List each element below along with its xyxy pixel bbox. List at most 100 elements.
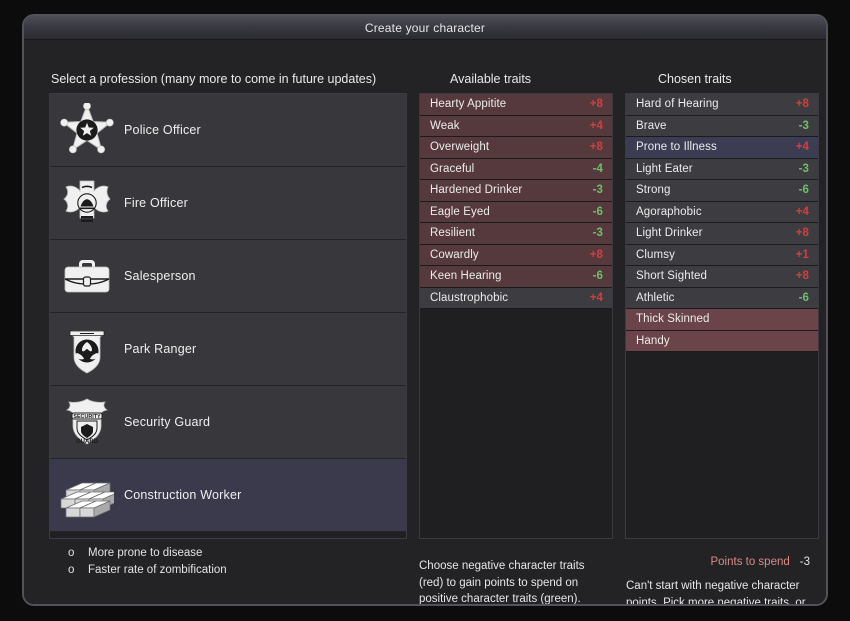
trait-row[interactable]: Handy [626,330,818,352]
profession-list: Police Officer Fire Officer Salesperson … [49,93,407,539]
trait-name: Agoraphobic [636,205,702,218]
window-title: Create your character [364,20,486,35]
fire-department-cross-icon [50,167,124,240]
trait-row[interactable]: Thick Skinned [626,309,818,331]
window-titlebar: Create your character [24,16,826,40]
trait-name: Resilient [430,227,476,240]
trait-row[interactable]: Hardened Drinker -3 [420,180,612,202]
trait-cost: -3 [798,162,809,175]
profession-note-text: Faster rate of zombification [88,564,227,576]
trait-cost: +8 [589,248,603,261]
trait-name: Clumsy [636,248,675,261]
trait-cost: +4 [795,205,809,218]
brick-wall-icon [50,459,124,532]
profession-label: Fire Officer [124,196,188,210]
trait-row[interactable]: Resilient -3 [420,223,612,245]
screen: Create your character Select a professio… [0,0,850,621]
trait-cost: +8 [589,98,603,111]
trait-name: Athletic [636,291,675,304]
profession-row[interactable]: Park Ranger [50,313,406,386]
profession-row[interactable]: SECURITY GUARD Security Guard [50,386,406,459]
trait-name: Thick Skinned [636,313,710,326]
trait-row[interactable]: Hearty Appitite +8 [420,94,612,116]
bullet-marker-icon: o [68,547,75,559]
points-to-spend-value: -3 [799,556,810,568]
trait-name: Graceful [430,162,475,175]
character-creation-window: Create your character Select a professio… [22,14,828,606]
trait-row[interactable]: Hard of Hearing +8 [626,94,818,116]
trait-cost: -6 [798,291,809,304]
trait-name: Cowardly [430,248,479,261]
trait-row[interactable]: Keen Hearing -6 [420,266,612,288]
sheriff-star-badge-icon [50,94,124,167]
trait-name: Light Drinker [636,227,703,240]
trait-cost: -4 [592,162,603,175]
chosen-traits-list[interactable]: Hard of Hearing +8 Brave -3 Prone to Illness… [625,93,819,539]
trait-cost: +4 [795,141,809,154]
trait-row[interactable]: Clumsy +1 [626,244,818,266]
trait-cost: -6 [592,205,603,218]
trait-name: Prone to Illness [636,141,717,154]
profession-notes: o More prone to disease o Faster rate of zo… [68,545,398,579]
trait-cost: +1 [795,248,809,261]
trait-name: Keen Hearing [430,270,502,283]
profession-label: Construction Worker [124,488,242,502]
trait-row[interactable]: Eagle Eyed -6 [420,201,612,223]
trait-cost: -6 [798,184,809,197]
trait-cost: -6 [592,270,603,283]
trait-row[interactable]: Prone to Illness +4 [626,137,818,159]
trait-row[interactable]: Short Sighted +8 [626,266,818,288]
profession-row[interactable]: Police Officer [50,94,406,167]
profession-row[interactable]: Fire Officer [50,167,406,240]
profession-label: Salesperson [124,269,196,283]
window-body: Select a profession (many more to come i… [24,40,826,606]
trait-name: Short Sighted [636,270,707,283]
chosen-traits-description: Can't start with negative character poin… [626,580,806,606]
trait-row[interactable]: Light Drinker +8 [626,223,818,245]
trait-name: Light Eater [636,162,693,175]
trait-name: Brave [636,119,667,132]
profession-row[interactable]: Salesperson [50,240,406,313]
trait-cost: +8 [795,98,809,111]
points-to-spend: Points to spend -3 [625,552,819,572]
trait-name: Overweight [430,141,490,154]
trait-name: Weak [430,119,460,132]
trait-name: Hearty Appitite [430,98,507,111]
trait-row[interactable]: Claustrophobic +4 [420,287,612,309]
trait-cost: +8 [795,270,809,283]
available-traits-description: Choose negative character traits (red) t… [419,560,585,605]
trait-row[interactable]: Weak +4 [420,115,612,137]
trait-name: Strong [636,184,671,197]
trait-name: Claustrophobic [430,291,509,304]
trait-cost: +4 [589,119,603,132]
park-ranger-badge-icon [50,313,124,386]
trait-row[interactable]: Light Eater -3 [626,158,818,180]
trait-name: Handy [636,334,670,347]
trait-row[interactable]: Overweight +8 [420,137,612,159]
available-traits-column-header: Available traits [450,72,532,86]
bullet-marker-icon: o [68,564,75,576]
profession-column-header: Select a profession (many more to come i… [51,72,377,86]
trait-cost: +8 [589,141,603,154]
briefcase-icon [50,240,124,313]
profession-note: o Faster rate of zombification [68,562,398,579]
trait-name: Hardened Drinker [430,184,523,197]
profession-note-text: More prone to disease [88,547,203,559]
available-traits-list[interactable]: Hearty Appitite +8 Weak +4 Overweight +8 Grace… [419,93,613,539]
trait-cost: +8 [795,227,809,240]
security-guard-badge-icon: SECURITY GUARD [50,386,124,459]
trait-row[interactable]: Brave -3 [626,115,818,137]
profession-label: Park Ranger [124,342,197,356]
trait-row[interactable]: Athletic -6 [626,287,818,309]
trait-row[interactable]: Strong -6 [626,180,818,202]
trait-cost: -3 [592,227,603,240]
trait-cost: +4 [589,291,603,304]
trait-name: Eagle Eyed [430,205,490,218]
trait-row[interactable]: Graceful -4 [420,158,612,180]
trait-row[interactable]: Cowardly +8 [420,244,612,266]
svg-text:GUARD: GUARD [76,439,99,445]
trait-name: Hard of Hearing [636,98,719,111]
trait-cost: -3 [798,119,809,132]
profession-row[interactable]: Construction Worker [50,459,406,532]
trait-row[interactable]: Agoraphobic +4 [626,201,818,223]
